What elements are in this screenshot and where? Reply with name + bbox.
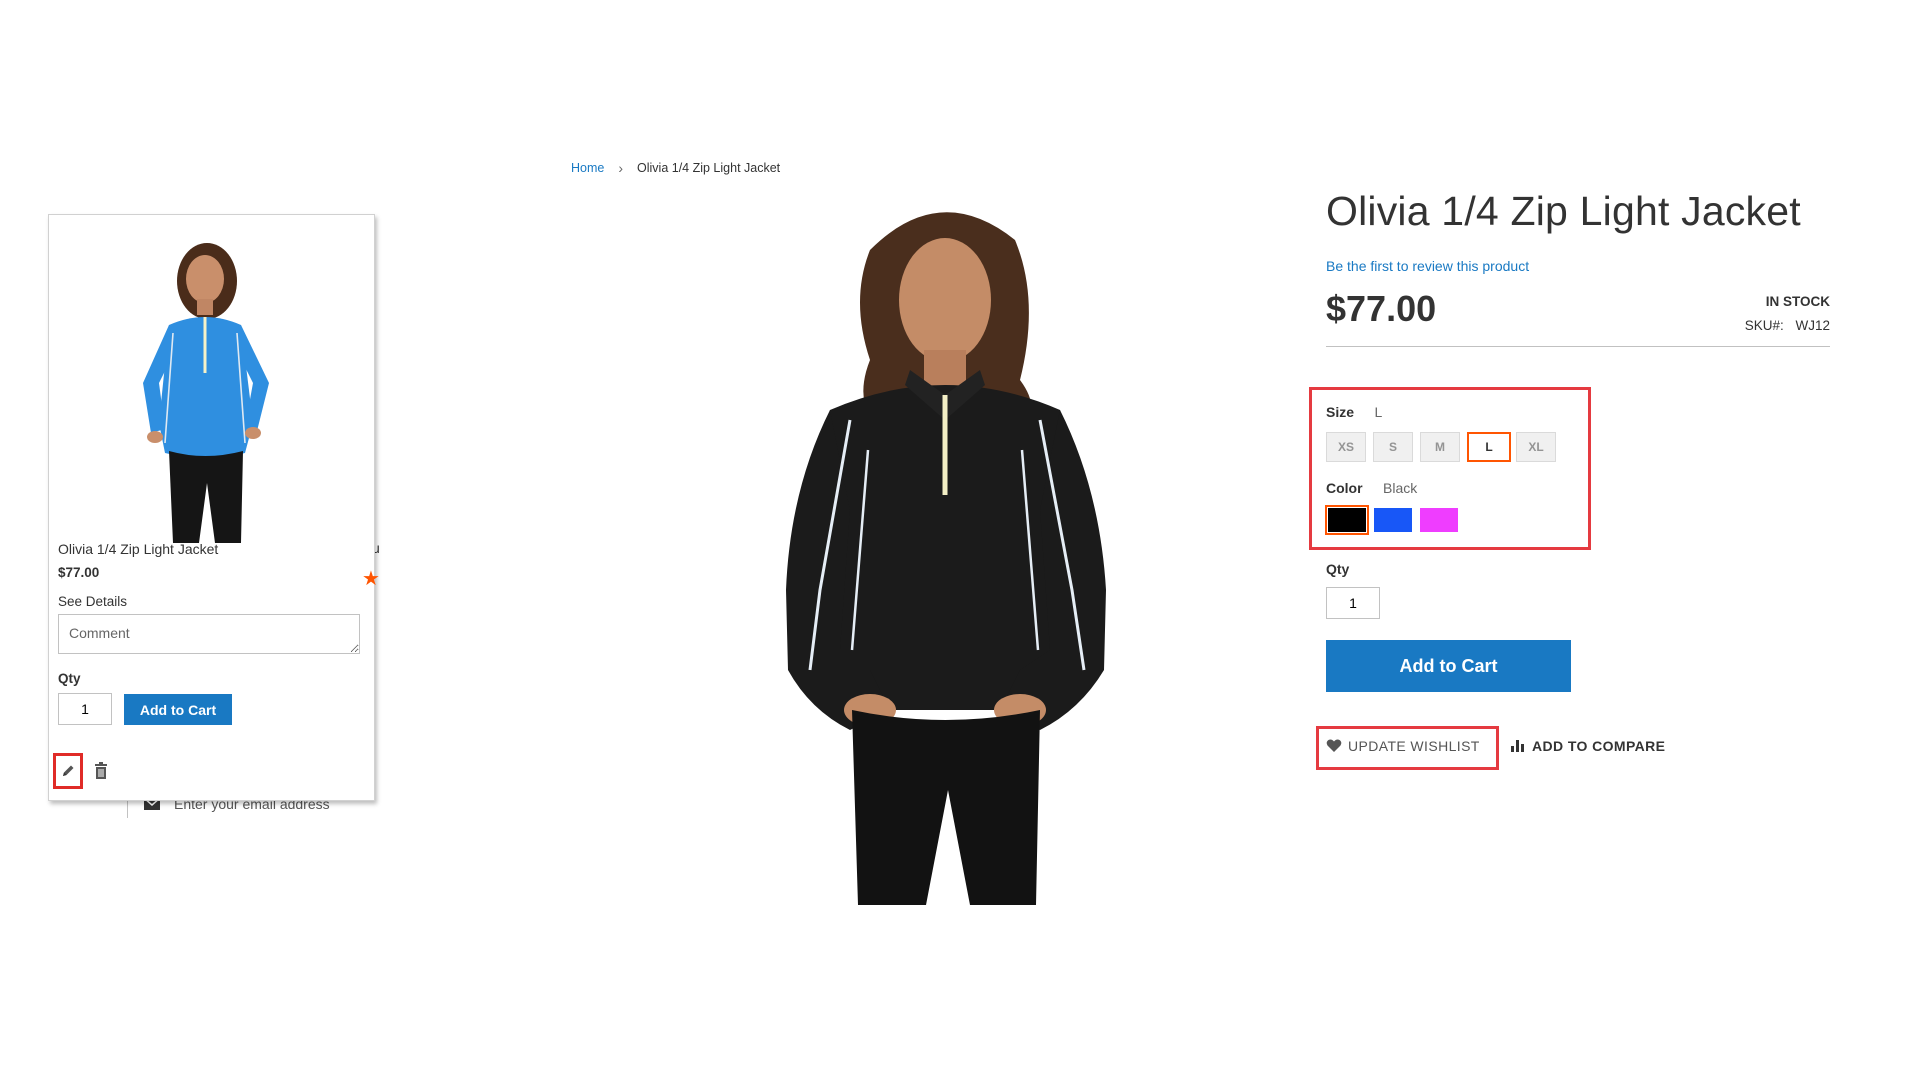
product-title: Olivia 1/4 Zip Light Jacket: [1326, 188, 1801, 234]
size-swatch-xs[interactable]: XS: [1326, 432, 1366, 462]
review-link[interactable]: Be the first to review this product: [1326, 258, 1529, 274]
wishlist-product-image[interactable]: [129, 233, 289, 543]
color-swatch-blue[interactable]: [1374, 508, 1412, 532]
trash-icon[interactable]: [91, 761, 111, 781]
add-to-compare-label: ADD TO COMPARE: [1532, 738, 1666, 754]
breadcrumb-current: Olivia 1/4 Zip Light Jacket: [637, 161, 781, 175]
qty-label: Qty: [1326, 561, 1350, 577]
add-to-compare-link[interactable]: ADD TO COMPARE: [1510, 738, 1665, 754]
wishlist-qty-label: Qty: [58, 671, 81, 686]
breadcrumb-home-link[interactable]: Home: [571, 161, 604, 175]
size-swatch-l[interactable]: L: [1467, 432, 1511, 462]
comment-field[interactable]: [58, 614, 360, 654]
sku-label: SKU#:: [1744, 318, 1784, 333]
wishlist-qty-input[interactable]: [58, 693, 112, 725]
sku-value: WJ12: [1795, 318, 1830, 333]
pencil-icon: [63, 765, 74, 776]
color-label-text: Color: [1326, 480, 1363, 496]
breadcrumb-separator: ›: [618, 160, 624, 176]
size-swatch-m[interactable]: M: [1420, 432, 1460, 462]
breadcrumb: Home › Olivia 1/4 Zip Light Jacket: [571, 160, 780, 176]
see-details-link[interactable]: See Details: [58, 594, 127, 609]
wishlist-add-to-cart-button[interactable]: Add to Cart: [124, 694, 232, 725]
edit-item-button[interactable]: [53, 753, 83, 789]
stock-status: IN STOCK: [1765, 294, 1830, 309]
color-label: Color Black: [1326, 480, 1417, 498]
size-selected-value: L: [1374, 404, 1383, 420]
size-label-text: Size: [1326, 404, 1355, 420]
compare-chart-icon: [1511, 740, 1524, 752]
size-label: Size L: [1326, 404, 1382, 422]
heart-icon: [1326, 739, 1342, 752]
product-main-image[interactable]: [680, 190, 1200, 905]
color-swatch-black[interactable]: [1325, 505, 1369, 535]
color-swatch-pink[interactable]: [1420, 508, 1458, 532]
price-divider: [1326, 346, 1830, 347]
wishlist-product-name[interactable]: Olivia 1/4 Zip Light Jacket: [58, 541, 218, 557]
star-icon: ★: [362, 568, 380, 590]
color-selected-value: Black: [1383, 480, 1418, 496]
wishlist-item-card: Olivia 1/4 Zip Light Jacket $77.00 See D…: [48, 214, 375, 801]
update-wishlist-label: UPDATE WISHLIST: [1348, 738, 1480, 754]
update-wishlist-link[interactable]: UPDATE WISHLIST: [1326, 738, 1480, 754]
size-swatch-s[interactable]: S: [1373, 432, 1413, 462]
wishlist-product-price: $77.00: [58, 565, 100, 580]
add-to-cart-button[interactable]: Add to Cart: [1326, 640, 1571, 692]
product-price: $77.00: [1326, 288, 1437, 329]
sku: SKU#: WJ12: [1700, 318, 1830, 333]
size-swatch-xl[interactable]: XL: [1516, 432, 1556, 462]
qty-input[interactable]: [1326, 587, 1380, 619]
